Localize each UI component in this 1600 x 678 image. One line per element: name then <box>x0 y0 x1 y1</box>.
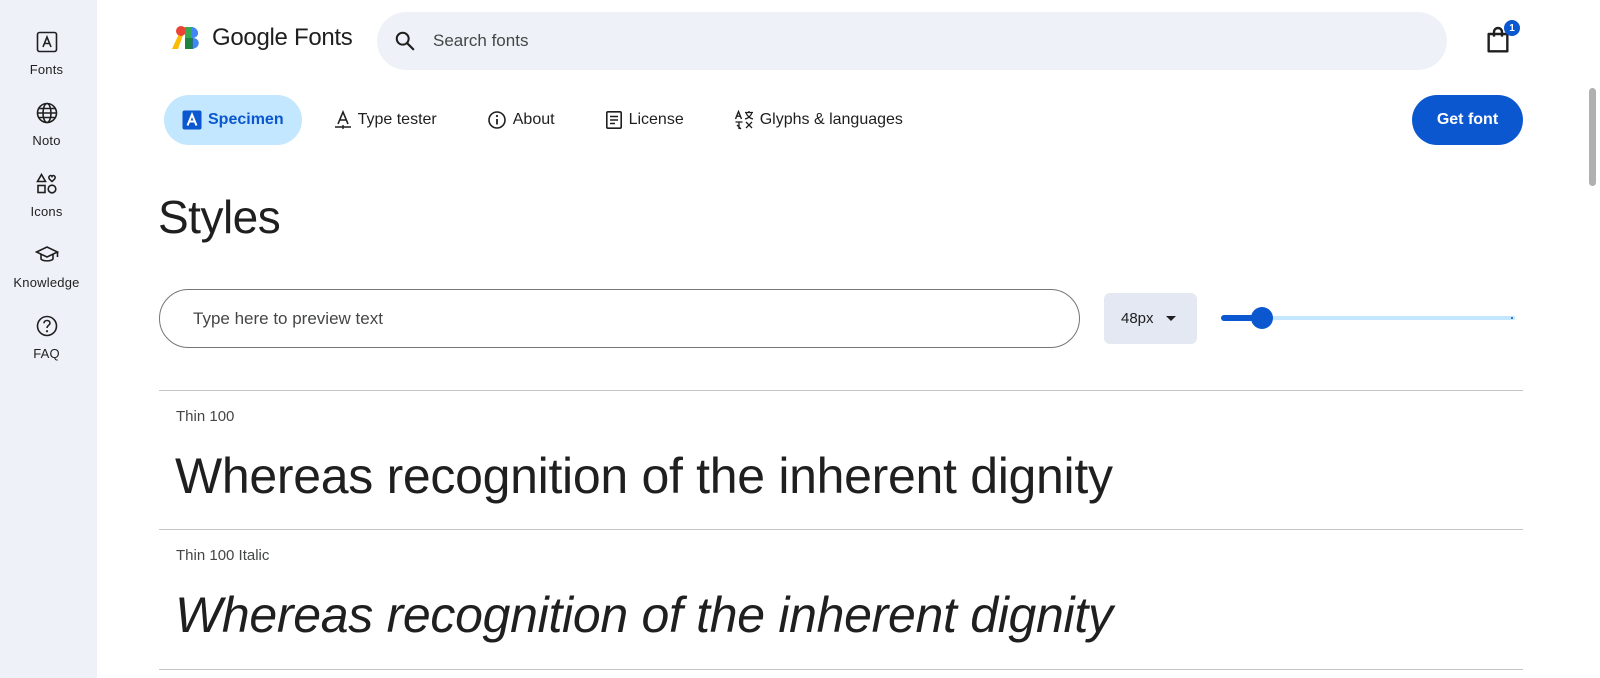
rail-item-fonts[interactable]: Fonts <box>0 26 93 77</box>
tab-type-tester[interactable]: Type tester <box>316 95 455 145</box>
tab-specimen[interactable]: Specimen <box>164 95 302 145</box>
license-document-icon <box>605 110 623 130</box>
style-sample-text: Whereas recognition of the inherent dign… <box>175 448 1113 504</box>
cart-count-badge: 1 <box>1504 20 1520 36</box>
specimen-tabs: Specimen Type tester About License Glyph… <box>164 95 935 145</box>
rail-item-icons[interactable]: Icons <box>0 168 93 219</box>
slider-thumb[interactable] <box>1251 307 1273 329</box>
tab-about[interactable]: About <box>469 95 573 145</box>
style-row-thin-100-italic: Thin 100 Italic Whereas recognition of t… <box>159 529 1523 669</box>
shopping-bag-button[interactable]: 1 <box>1482 20 1520 56</box>
shapes-icon <box>31 168 63 200</box>
rail-label-faq: FAQ <box>33 346 60 361</box>
tab-label-specimen: Specimen <box>208 111 284 128</box>
rail-label-fonts: Fonts <box>29 62 64 77</box>
rail-item-faq[interactable]: FAQ <box>0 310 93 361</box>
graduation-cap-icon <box>31 239 63 271</box>
tab-label-license: License <box>628 111 684 128</box>
rail-label-knowledge: Knowledge <box>13 275 80 290</box>
get-font-button[interactable]: Get font <box>1412 95 1523 145</box>
rail-item-noto[interactable]: Noto <box>0 97 93 148</box>
style-sample-text: Whereas recognition of the inherent dign… <box>175 587 1113 643</box>
help-circle-icon <box>31 310 63 342</box>
google-fonts-logo-icon <box>172 26 199 49</box>
slider-end-tick <box>1511 317 1513 319</box>
globe-icon <box>31 97 63 129</box>
tab-license[interactable]: License <box>587 95 702 145</box>
style-label: Thin 100 <box>176 408 235 425</box>
font-size-select[interactable]: 48px <box>1104 293 1197 344</box>
google-fonts-logo[interactable]: Google Fonts <box>172 24 353 52</box>
type-tester-icon <box>334 110 352 130</box>
rail-label-icons: Icons <box>30 204 63 219</box>
style-label: Thin 100 Italic <box>176 547 270 564</box>
preview-text-field[interactable] <box>159 289 1080 348</box>
logo-text: Google Fonts <box>212 24 353 51</box>
glyphs-icon <box>734 110 754 130</box>
specimen-icon <box>182 110 202 130</box>
tab-glyphs-languages[interactable]: Glyphs & languages <box>716 95 921 145</box>
tab-label-type-tester: Type tester <box>357 111 437 128</box>
search-input[interactable] <box>433 31 1333 51</box>
font-a-icon <box>31 26 63 58</box>
styles-heading: Styles <box>158 191 281 243</box>
search-icon <box>391 27 419 55</box>
page-scrollbar[interactable] <box>1589 88 1596 186</box>
style-row-thin-100: Thin 100 Whereas recognition of the inhe… <box>159 390 1523 530</box>
rail-label-noto: Noto <box>32 133 61 148</box>
rail-item-knowledge[interactable]: Knowledge <box>0 239 93 290</box>
preview-text-input[interactable] <box>193 308 1043 329</box>
chevron-down-icon <box>1165 316 1176 321</box>
search-bar[interactable] <box>377 12 1447 70</box>
tab-label-about: About <box>512 111 555 128</box>
info-icon <box>487 110 507 130</box>
font-size-value: 48px <box>1121 310 1154 327</box>
tab-label-glyphs-languages: Glyphs & languages <box>759 111 903 128</box>
left-nav-rail: Fonts Noto Icons Knowledge FAQ <box>0 0 97 678</box>
font-size-slider[interactable] <box>1221 303 1515 333</box>
style-row-divider <box>159 669 1523 678</box>
